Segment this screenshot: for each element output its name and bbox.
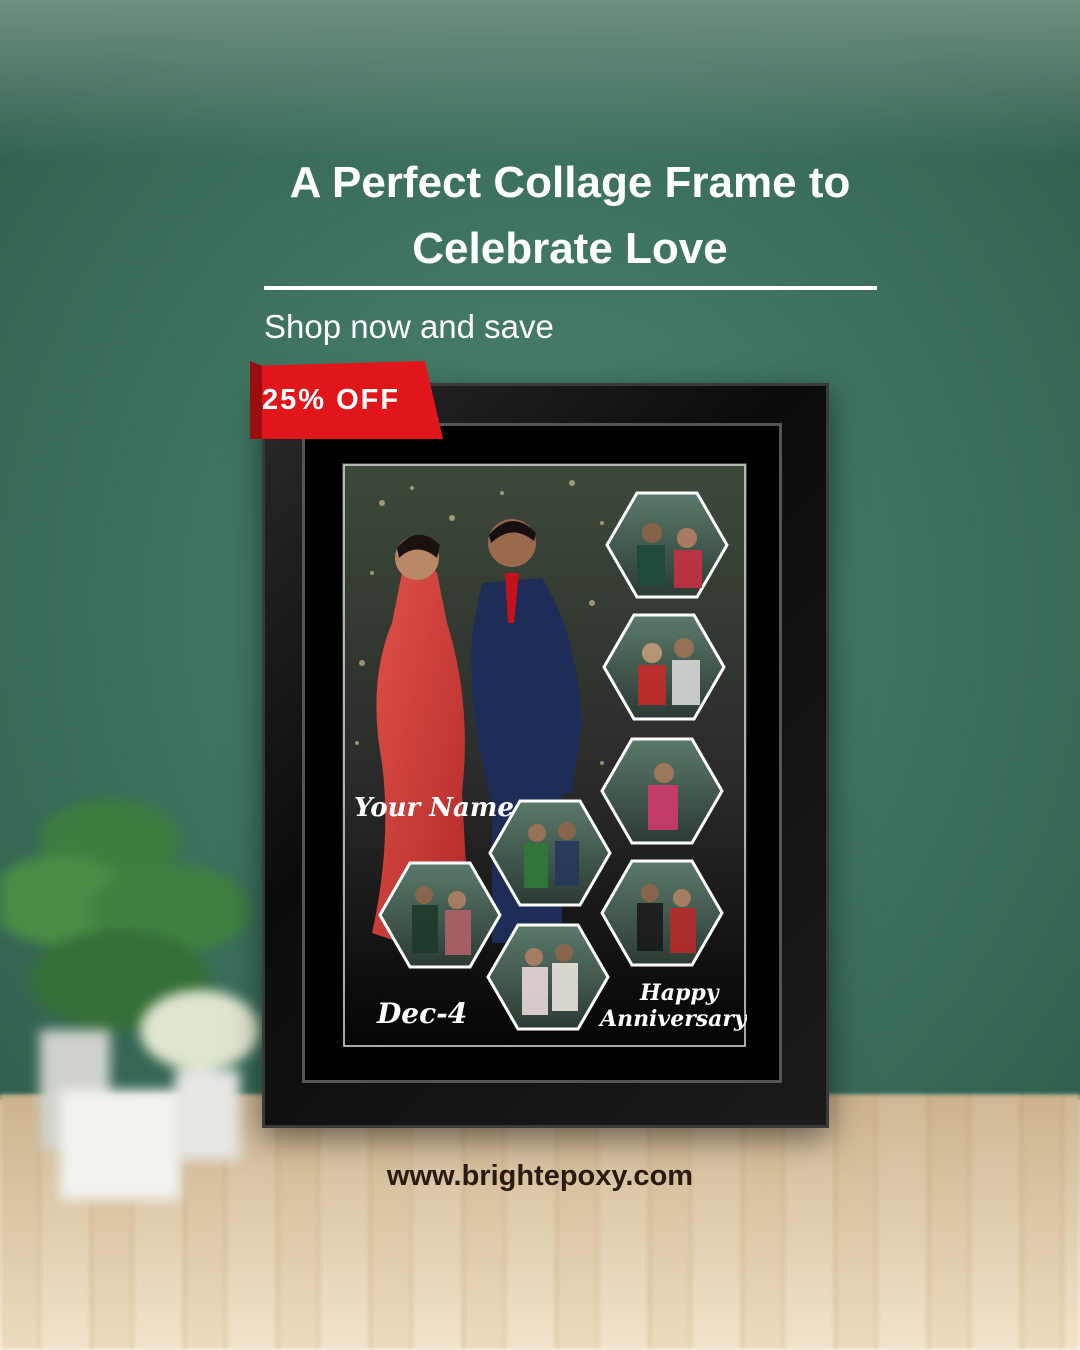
collage-artwork: Your Name Dec-4 Happy Anniversary bbox=[342, 463, 747, 1048]
headline-divider bbox=[264, 286, 877, 290]
photo-frame: Your Name Dec-4 Happy Anniversary bbox=[262, 383, 829, 1128]
wall-highlight bbox=[0, 0, 1080, 160]
frame-occasion-line1: Happy bbox=[639, 980, 721, 1006]
website-url[interactable]: www.brightepoxy.com bbox=[0, 1160, 1080, 1193]
blurred-plant bbox=[0, 800, 260, 1200]
headline: A Perfect Collage Frame to Celebrate Lov… bbox=[289, 158, 851, 273]
discount-badge-text: 25% OFF bbox=[262, 384, 401, 416]
frame-occasion-line2: Anniversary bbox=[598, 1006, 747, 1032]
frame-name-text: Your Name bbox=[354, 793, 514, 823]
subheadline: Shop now and save bbox=[264, 308, 554, 345]
frame-date-text: Dec-4 bbox=[376, 997, 467, 1030]
